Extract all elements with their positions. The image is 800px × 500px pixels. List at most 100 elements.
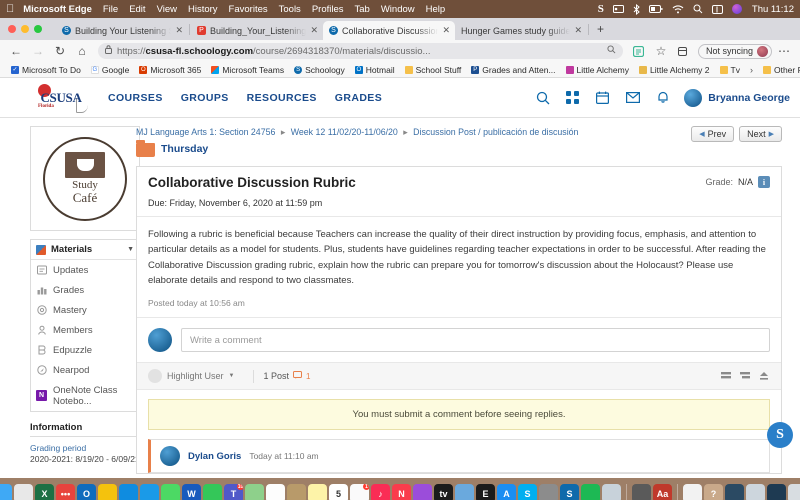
menu-item-microsoft-edge[interactable]: Microsoft Edge: [23, 4, 92, 15]
excel-icon[interactable]: X: [35, 484, 54, 500]
user-menu[interactable]: Bryanna George: [684, 89, 790, 107]
profile-sync-button[interactable]: Not syncing: [698, 44, 772, 59]
bookmark-tv[interactable]: Tv: [715, 65, 745, 75]
spotify-icon[interactable]: [581, 484, 600, 500]
folder-name[interactable]: Thursday: [161, 142, 208, 158]
immersive-reader-icon[interactable]: [629, 42, 649, 60]
browser-tab-3-active[interactable]: S Collaborative Discussion Rubri ✕: [323, 21, 455, 40]
folder-row[interactable]: Thursday: [136, 142, 691, 158]
chrome-icon[interactable]: [98, 484, 117, 500]
photos-icon[interactable]: [266, 484, 285, 500]
maps-icon[interactable]: [245, 484, 264, 500]
new-tab-button[interactable]: +: [590, 22, 611, 36]
bookmark-little-alchemy[interactable]: Little Alchemy: [561, 65, 634, 75]
search-icon[interactable]: [693, 4, 703, 14]
info-icon[interactable]: i: [758, 176, 770, 188]
bookmark-microsoft-to-do[interactable]: ✓ Microsoft To Do: [6, 65, 86, 75]
screenshot-2-icon[interactable]: [746, 484, 765, 500]
menu-item-tab[interactable]: Tab: [355, 4, 370, 15]
address-bar[interactable]: https://csusa-fl.schoology.com/course/26…: [98, 43, 623, 59]
dictionary-icon[interactable]: Aa: [653, 484, 672, 500]
edge-icon[interactable]: [119, 484, 138, 500]
menu-item-file[interactable]: File: [103, 4, 118, 15]
preview-icon[interactable]: [455, 484, 474, 500]
menu-item-favorites[interactable]: Favorites: [229, 4, 268, 15]
screen-icon[interactable]: [613, 5, 624, 13]
appletv-icon[interactable]: tv: [434, 484, 453, 500]
highlight-user-dropdown[interactable]: Highlight User ▼: [148, 369, 244, 383]
reply-author[interactable]: Dylan Goris: [188, 451, 241, 462]
menu-bar-clock[interactable]: Thu 11:12: [752, 4, 794, 15]
browser-tab-1[interactable]: S Building Your Listening Skills | ✕: [56, 21, 188, 40]
notifications-icon[interactable]: [655, 90, 670, 105]
bigcommerce-icon[interactable]: •••: [56, 484, 75, 500]
nav-item-groups[interactable]: GROUPS: [181, 92, 229, 104]
messages-icon[interactable]: [161, 484, 180, 500]
close-tab-icon[interactable]: ✕: [442, 25, 450, 36]
music-icon[interactable]: ♪: [371, 484, 390, 500]
podcasts-icon[interactable]: [413, 484, 432, 500]
apps-grid-icon[interactable]: [565, 90, 580, 105]
bluetooth-icon[interactable]: [633, 4, 640, 15]
nav-item-courses[interactable]: COURSES: [108, 92, 163, 104]
menu-item-help[interactable]: Help: [426, 4, 446, 15]
prev-button[interactable]: ◀ Prev: [691, 126, 734, 142]
close-tab-icon[interactable]: ✕: [574, 25, 582, 36]
favorite-star-icon[interactable]: ☆: [651, 42, 671, 60]
search-in-page-icon[interactable]: [607, 45, 616, 57]
collections-icon[interactable]: [673, 42, 693, 60]
threaded-view-icon[interactable]: [738, 370, 751, 383]
csusa-logo[interactable]: CSUSA Florida: [32, 83, 90, 113]
calendar-icon[interactable]: 5: [329, 484, 348, 500]
outlook-icon[interactable]: O: [77, 484, 96, 500]
breadcrumb-week[interactable]: Week 12 11/02/20-11/06/20: [291, 127, 398, 137]
bookmark-microsoft-teams[interactable]: Microsoft Teams: [206, 65, 289, 75]
bookmark-hotmail[interactable]: O Hotmail: [350, 65, 400, 75]
menu-item-history[interactable]: History: [188, 4, 218, 15]
menu-item-tools[interactable]: Tools: [279, 4, 301, 15]
support-button[interactable]: S: [767, 422, 793, 448]
news-icon[interactable]: N: [392, 484, 411, 500]
home-icon[interactable]: ⌂: [72, 42, 92, 60]
collapse-icon[interactable]: [757, 370, 770, 383]
bookmark-schoology[interactable]: S Schoology: [289, 65, 350, 75]
app-store-icon[interactable]: A: [497, 484, 516, 500]
schoology-icon[interactable]: S: [560, 484, 579, 500]
bookmark-little-alchemy-2[interactable]: Little Alchemy 2: [634, 65, 715, 75]
bookmark-school-stuff[interactable]: School Stuff: [400, 65, 467, 75]
menu-item-view[interactable]: View: [157, 4, 177, 15]
maximize-window-button[interactable]: [34, 25, 42, 33]
bookmark-microsoft-365[interactable]: O Microsoft 365: [134, 65, 206, 75]
safari-icon[interactable]: [140, 484, 159, 500]
s-icon[interactable]: S: [598, 3, 604, 15]
back-button[interactable]: ←: [6, 42, 26, 60]
comment-input[interactable]: Write a comment: [181, 328, 770, 352]
list-view-icon[interactable]: [719, 370, 732, 383]
breadcrumb-item[interactable]: Discussion Post / publicación de discusi…: [413, 127, 578, 137]
forward-button[interactable]: →: [28, 42, 48, 60]
close-tab-icon[interactable]: ✕: [310, 25, 318, 36]
teams-icon[interactable]: T10: [224, 484, 243, 500]
search-icon[interactable]: [535, 90, 550, 105]
menu-item-window[interactable]: Window: [381, 4, 415, 15]
contacts-icon[interactable]: [287, 484, 306, 500]
epic-games-icon[interactable]: E: [476, 484, 495, 500]
system-preferences-icon[interactable]: [539, 484, 558, 500]
launchpad-icon[interactable]: [14, 484, 33, 500]
calendar-icon[interactable]: [595, 90, 610, 105]
facetime-icon[interactable]: [203, 484, 222, 500]
battery-icon[interactable]: [649, 5, 663, 13]
menu-item-profiles[interactable]: Profiles: [312, 4, 344, 15]
help-icon[interactable]: ?: [704, 484, 723, 500]
messages-icon[interactable]: [625, 90, 640, 105]
next-button[interactable]: Next ▶: [739, 126, 782, 142]
scanner-icon[interactable]: [602, 484, 621, 500]
skype-icon[interactable]: S: [518, 484, 537, 500]
control-center-icon[interactable]: [712, 5, 723, 14]
siri-icon[interactable]: [732, 4, 742, 14]
screenshot-1-icon[interactable]: [725, 484, 744, 500]
reply-item[interactable]: Dylan Goris Today at 11:10 am: [148, 439, 770, 473]
finder-icon[interactable]: [0, 484, 12, 500]
notes-icon[interactable]: [308, 484, 327, 500]
browser-tab-4[interactable]: Hunger Games study guide Fla ✕: [455, 21, 587, 40]
